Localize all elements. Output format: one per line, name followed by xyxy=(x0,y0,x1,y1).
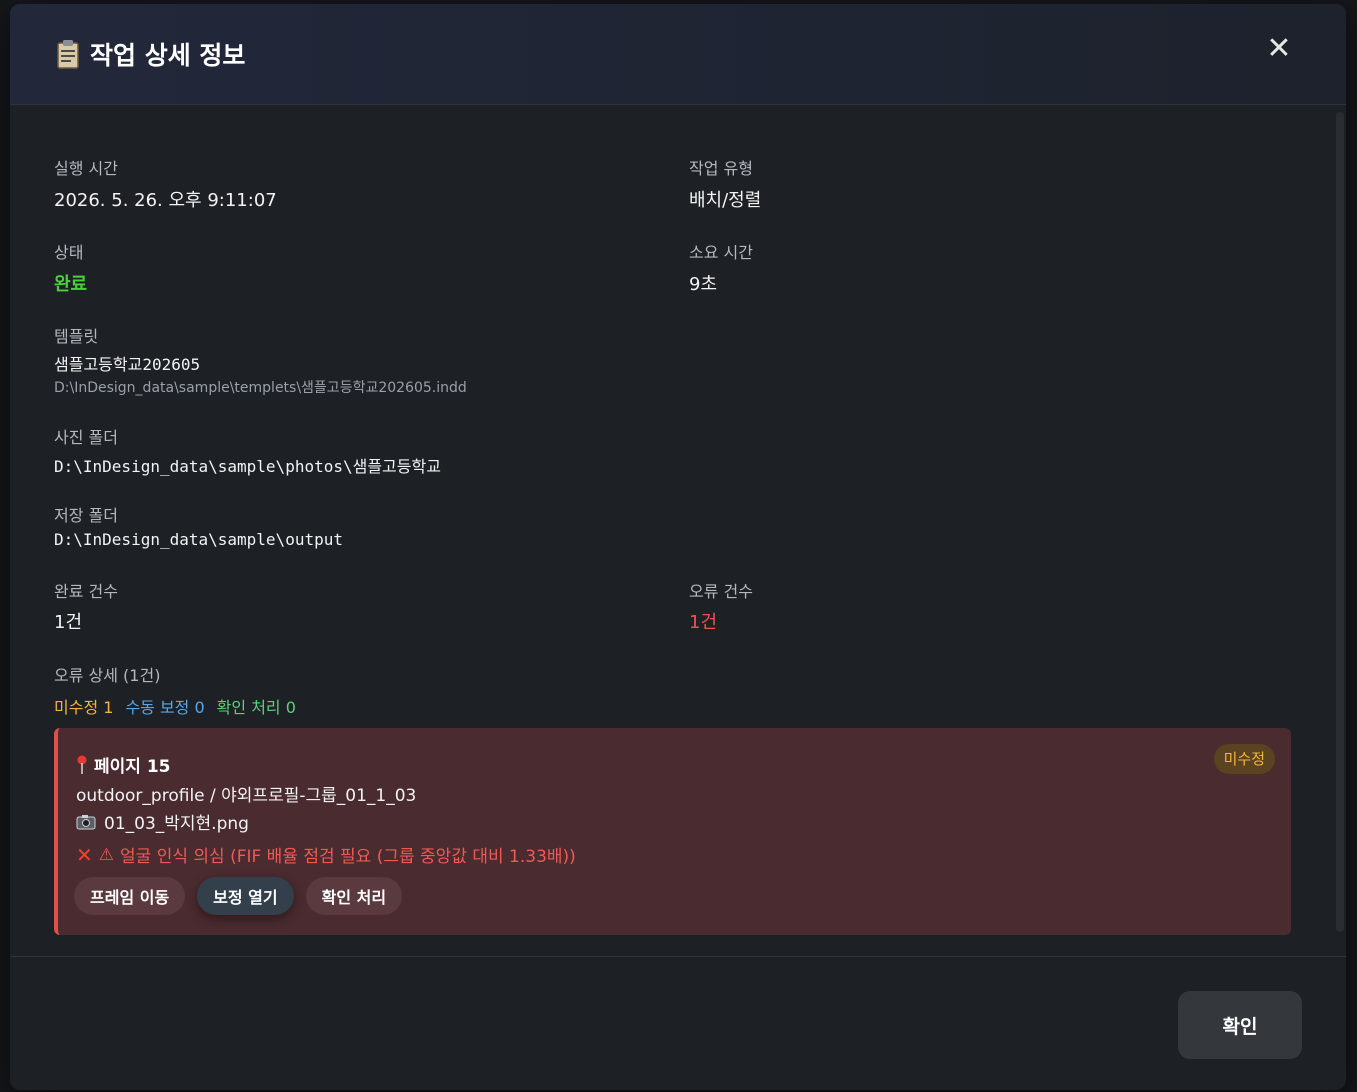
error-card: 페이지 15 미수정 outdoor_profile / 야외프로필-그룹_01… xyxy=(54,728,1291,935)
modal-header: 작업 상세 정보 ✕ xyxy=(10,4,1346,105)
error-count-value: 1건 xyxy=(689,612,718,633)
template-path: D:\InDesign_data\sample\templets\샘플고등학교2… xyxy=(54,380,467,396)
run-time-label: 실행 시간 xyxy=(54,159,118,178)
close-button[interactable]: ✕ xyxy=(1264,34,1294,64)
clipboard-icon xyxy=(56,39,80,69)
error-summary: 미수정 1 수동 보정 0 확인 처리 0 xyxy=(54,694,296,718)
ok-button[interactable]: 확인 xyxy=(1178,991,1302,1059)
save-folder-value: D:\InDesign_data\sample\output xyxy=(54,530,343,549)
error-message: ✕ ⚠ 얼굴 인식 의심 (FIF 배율 점검 필요 (그룹 중앙값 대비 1.… xyxy=(76,842,576,868)
confirm-button[interactable]: 확인 처리 xyxy=(305,877,403,915)
duration-value: 9초 xyxy=(689,274,718,295)
job-detail-modal: 작업 상세 정보 ✕ 실행 시간 2026. 5. 26. 오후 9:11:07… xyxy=(10,4,1346,1090)
status-badge: 미수정 xyxy=(1213,744,1275,774)
error-frame: outdoor_profile / 야외프로필-그룹_01_1_03 xyxy=(76,786,417,806)
template-value: 샘플고등학교202605 xyxy=(54,355,201,374)
scrollbar[interactable] xyxy=(1336,112,1344,932)
modal-title: 작업 상세 정보 xyxy=(56,36,245,72)
modal-title-text: 작업 상세 정보 xyxy=(90,41,246,70)
modal-footer: 확인 xyxy=(10,956,1346,1090)
photo-folder-label: 사진 폴더 xyxy=(54,428,118,447)
camera-icon xyxy=(76,814,96,830)
summary-unfixed: 미수정 1 xyxy=(54,698,114,717)
done-count-label: 완료 건수 xyxy=(54,582,118,601)
error-actions: 프레임 이동 보정 열기 확인 처리 xyxy=(74,877,403,915)
done-count-value: 1건 xyxy=(54,612,83,633)
error-photo: 01_03_박지현.png xyxy=(76,809,249,834)
status-value: 완료 xyxy=(54,274,88,295)
error-page-text: 페이지 15 xyxy=(94,757,171,777)
job-type-label: 작업 유형 xyxy=(689,159,753,178)
summary-manual: 수동 보정 0 xyxy=(125,698,205,717)
status-label: 상태 xyxy=(54,243,84,262)
cross-icon: ✕ xyxy=(76,842,93,867)
pin-icon xyxy=(76,755,88,775)
job-type-value: 배치/정렬 xyxy=(689,190,762,211)
error-page: 페이지 15 xyxy=(76,752,171,777)
save-folder-label: 저장 폴더 xyxy=(54,506,118,525)
modal-body: 실행 시간 2026. 5. 26. 오후 9:11:07 작업 유형 배치/정… xyxy=(10,106,1346,956)
error-count-label: 오류 건수 xyxy=(689,582,753,601)
error-photo-text: 01_03_박지현.png xyxy=(104,814,249,834)
summary-confirmed: 확인 처리 0 xyxy=(216,698,296,717)
photo-folder-value: D:\InDesign_data\sample\photos\샘플고등학교 xyxy=(54,457,441,476)
run-time-value: 2026. 5. 26. 오후 9:11:07 xyxy=(54,190,277,211)
warning-icon: ⚠ xyxy=(98,844,115,865)
error-detail-label: 오류 상세 (1건) xyxy=(54,666,161,685)
duration-label: 소요 시간 xyxy=(689,243,753,262)
move-frame-button[interactable]: 프레임 이동 xyxy=(74,877,186,915)
template-label: 템플릿 xyxy=(54,327,99,346)
error-message-text: 얼굴 인식 의심 (FIF 배율 점검 필요 (그룹 중앙값 대비 1.33배)… xyxy=(120,847,576,867)
open-correction-button[interactable]: 보정 열기 xyxy=(197,877,294,915)
